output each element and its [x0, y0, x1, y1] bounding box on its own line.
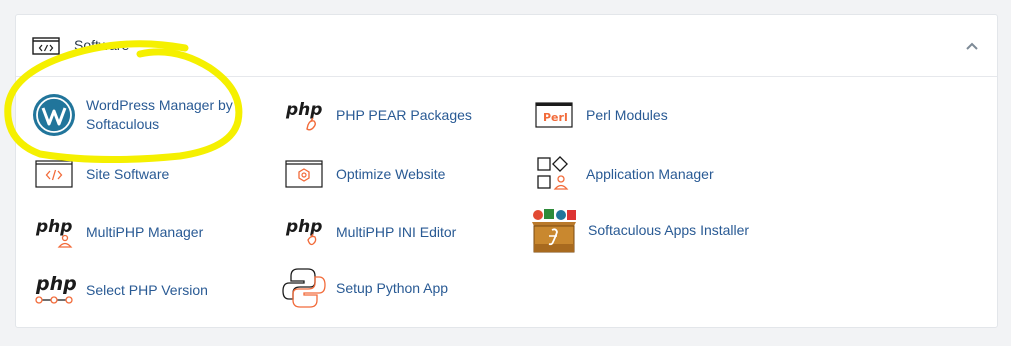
- code-window-icon: [32, 37, 60, 55]
- optimize-website-link[interactable]: Optimize Website: [282, 154, 445, 194]
- code-window-icon: [32, 154, 76, 194]
- perl-modules-label: Perl Modules: [586, 106, 668, 123]
- php-version-icon: php: [32, 270, 76, 310]
- setup-python-app-link[interactable]: Setup Python App: [282, 268, 448, 308]
- svg-text:php: php: [35, 273, 76, 295]
- panel-header[interactable]: Software: [16, 15, 997, 77]
- multiphp-ini-editor-label: MultiPHP INI Editor: [336, 223, 457, 240]
- select-php-version-link[interactable]: php Select PHP Version: [32, 270, 208, 310]
- site-software-link[interactable]: Site Software: [32, 154, 169, 194]
- php-pear-label: PHP PEAR Packages: [336, 106, 472, 123]
- svg-text:php: php: [285, 217, 322, 237]
- application-manager-link[interactable]: Application Manager: [532, 154, 714, 194]
- python-icon: [282, 266, 326, 310]
- software-panel: Software WordPress Manager by Softaculou…: [15, 14, 998, 328]
- setup-python-app-label: Setup Python App: [336, 279, 449, 296]
- wordpress-manager-link[interactable]: WordPress Manager by Softaculous: [32, 94, 246, 136]
- select-php-version-label: Select PHP Version: [86, 281, 208, 298]
- svg-text:php: php: [285, 100, 322, 120]
- softaculous-installer-link[interactable]: Softaculous Apps Installer: [530, 209, 750, 253]
- site-software-label: Site Software: [86, 165, 170, 182]
- wordpress-icon: [32, 94, 76, 136]
- perl-icon: Perl: [532, 95, 576, 135]
- perl-modules-link[interactable]: Perl Perl Modules: [532, 95, 668, 135]
- svg-text:Perl: Perl: [543, 111, 568, 124]
- php-ini-icon: php: [282, 212, 326, 252]
- multiphp-ini-editor-link[interactable]: php MultiPHP INI Editor: [282, 212, 456, 252]
- chevron-up-icon[interactable]: [963, 37, 981, 55]
- php-pear-icon: php: [282, 95, 326, 135]
- multiphp-manager-link[interactable]: php MultiPHP Manager: [32, 212, 203, 252]
- php-user-icon: php: [32, 212, 76, 252]
- optimize-icon: [282, 154, 326, 194]
- wordpress-manager-label: WordPress Manager by Softaculous: [86, 97, 233, 132]
- softaculous-installer-label: Softaculous Apps Installer: [588, 221, 750, 238]
- softaculous-box-icon: [530, 206, 578, 254]
- section-title: Software: [74, 37, 130, 53]
- application-manager-label: Application Manager: [586, 165, 714, 182]
- php-pear-link[interactable]: php PHP PEAR Packages: [282, 95, 472, 135]
- multiphp-manager-label: MultiPHP Manager: [86, 223, 204, 240]
- app-manager-icon: [532, 154, 576, 194]
- optimize-website-label: Optimize Website: [336, 165, 446, 182]
- svg-text:php: php: [35, 217, 72, 237]
